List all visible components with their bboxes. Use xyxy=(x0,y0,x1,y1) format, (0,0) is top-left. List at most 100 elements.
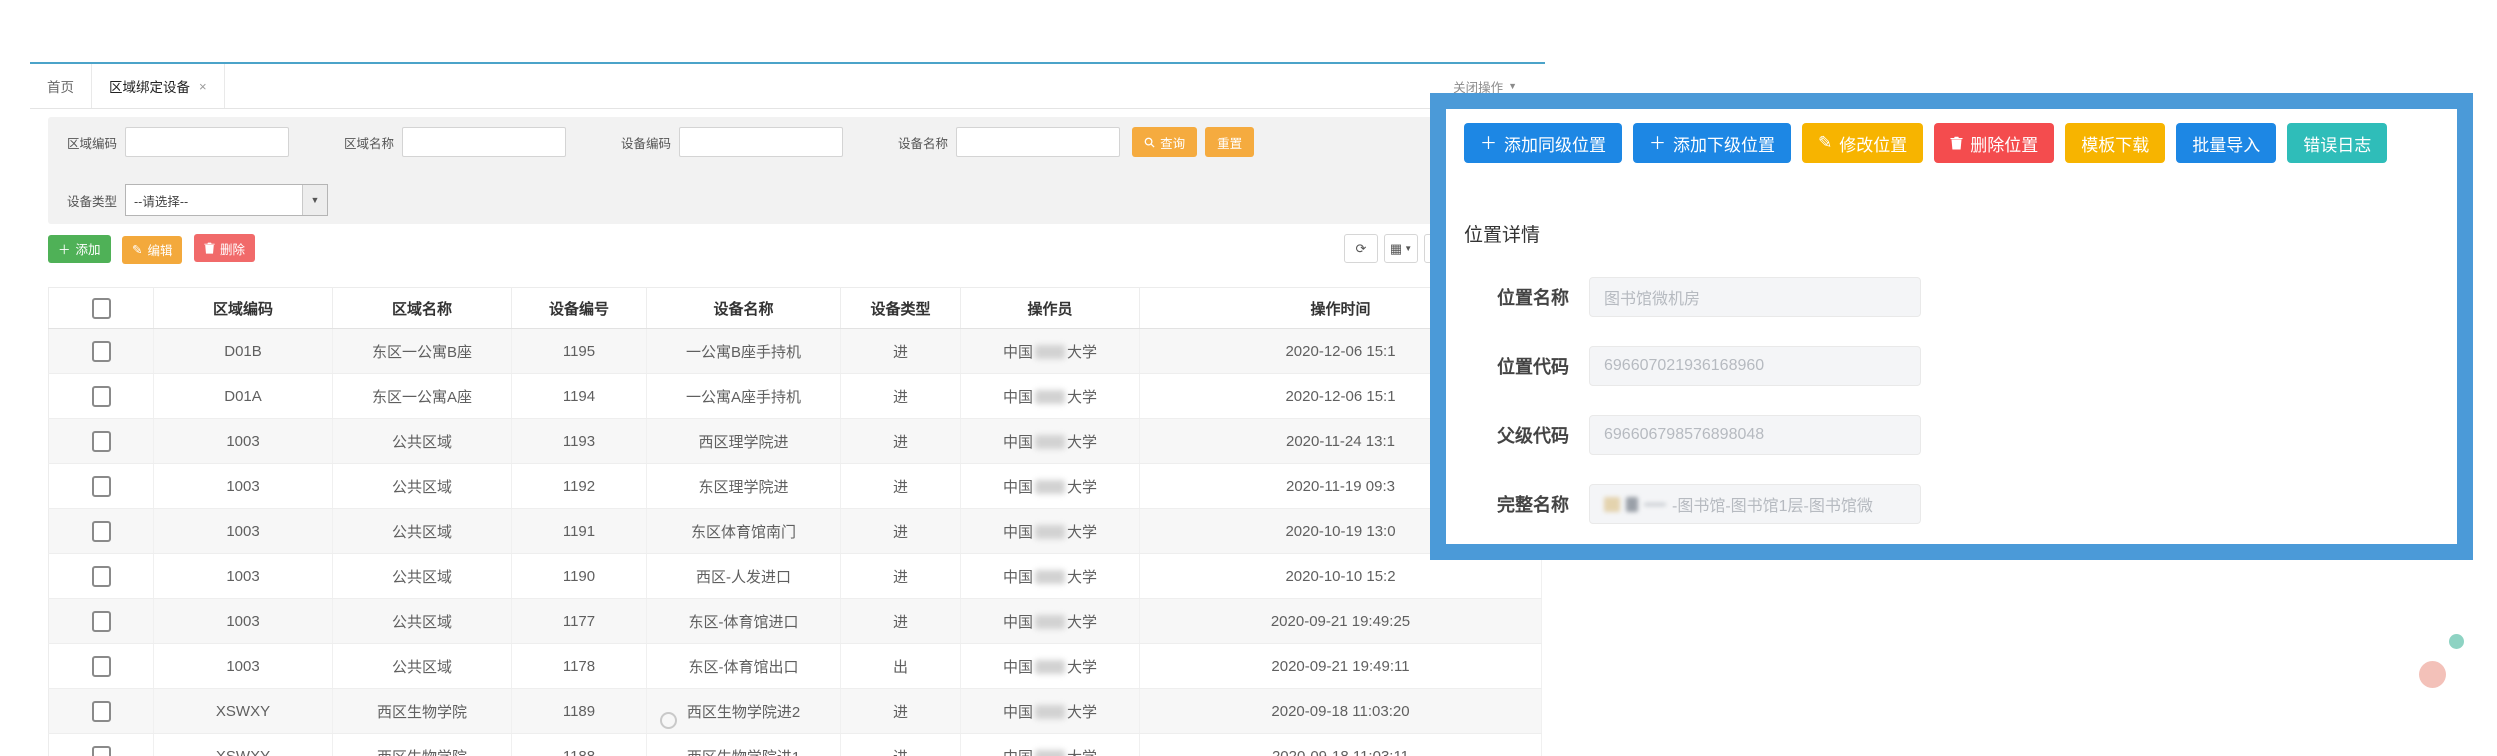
cell-area-code: XSWXY xyxy=(153,688,333,734)
table-row[interactable]: D01B 东区一公寓B座 1195 一公寓B座手持机 进 中国 大学 2020-1… xyxy=(48,328,1542,374)
area-code-label: 区域编码 xyxy=(67,136,118,151)
screen: 首页 区域绑定设备 × 关闭操作 ▼ 区域编码 区域名称 设备编码 设备名称 查… xyxy=(0,0,2497,756)
error-log-button[interactable]: 错误日志 xyxy=(2287,123,2388,163)
position-name-label: 位置名称 xyxy=(1497,288,1569,308)
cell-op-time: 2020-09-21 19:49:25 xyxy=(1139,598,1542,644)
row-checkbox[interactable] xyxy=(91,430,111,452)
close-icon[interactable]: × xyxy=(199,80,207,93)
full-name-input[interactable]: -图书馆-图书馆1层-图书馆微 xyxy=(1589,484,1921,524)
edit-button[interactable]: ✎ 编辑 xyxy=(121,235,183,264)
row-checkbox[interactable] xyxy=(91,565,111,587)
add-button[interactable]: ＋ 添加 xyxy=(48,234,111,263)
area-name-label: 区域名称 xyxy=(344,136,395,151)
position-code-input[interactable]: 696607021936168960 xyxy=(1589,346,1921,386)
row-checkbox[interactable] xyxy=(91,475,111,497)
parent-code-input[interactable]: 696606798576898048 xyxy=(1589,415,1921,455)
cell-checkbox xyxy=(48,688,154,734)
refresh-icon: ⟳ xyxy=(1355,240,1367,256)
reset-button[interactable]: 重置 xyxy=(1205,127,1255,157)
cell-op-time: 2020-09-18 11:03:11 xyxy=(1139,733,1542,756)
position-code-label: 位置代码 xyxy=(1497,357,1569,377)
row-checkbox[interactable] xyxy=(91,340,111,362)
header-device-type: 设备类型 xyxy=(840,287,961,329)
redacted-blur xyxy=(1604,496,1620,512)
table-row[interactable]: 1003 公共区域 1190 西区-人发进口 进 中国 大学 2020-10-10… xyxy=(48,553,1542,599)
row-checkbox[interactable] xyxy=(91,385,111,407)
position-detail-content: ＋ 添加同级位置 ＋ 添加下级位置 ✎ 修改位置 删除位置 模板下载 批量导入 … xyxy=(1446,123,2457,524)
search-button[interactable]: 查询 xyxy=(1132,127,1198,157)
cell-device-no: 1195 xyxy=(511,328,647,374)
cell-area-code: D01A xyxy=(153,373,333,419)
pencil-icon: ✎ xyxy=(1818,133,1833,152)
cell-device-no: 1191 xyxy=(511,508,647,554)
header-area-code: 区域编码 xyxy=(153,287,333,329)
full-name-label: 完整名称 xyxy=(1497,495,1569,515)
delete-position-button[interactable]: 删除位置 xyxy=(1934,123,2055,163)
table-row[interactable]: 1003 公共区域 1193 西区理学院进 进 中国 大学 2020-11-24 … xyxy=(48,418,1542,464)
cell-operator: 中国大学 xyxy=(960,643,1140,689)
device-type-label: 设备类型 xyxy=(67,194,118,209)
table-row[interactable]: 1003 公共区域 1191 东区体育馆南门 进 中国 大学 2020-10-19… xyxy=(48,508,1542,554)
device-name-label: 设备名称 xyxy=(898,136,949,151)
select-all-checkbox[interactable] xyxy=(91,297,111,319)
cell-device-no: 1194 xyxy=(511,373,647,419)
cell-area-name: 公共区域 xyxy=(332,463,512,509)
cell-device-name: 西区生物学院进1 xyxy=(646,733,841,756)
position-button-row: ＋ 添加同级位置 ＋ 添加下级位置 ✎ 修改位置 删除位置 模板下载 批量导入 … xyxy=(1464,123,2439,163)
position-name-input[interactable]: 图书馆微机房 xyxy=(1589,277,1921,317)
table-row[interactable]: XSWXY 西区生物学院 1188 西区生物学院进1 进 中国大学 2020-0… xyxy=(48,733,1542,756)
magnifier-icon xyxy=(1144,137,1155,148)
table-action-row: ＋ 添加 ✎ 编辑 删除 ⟳ ▦▼ ≡▼ xyxy=(48,234,1540,266)
delete-button[interactable]: 删除 xyxy=(193,234,255,262)
cell-area-name: 公共区域 xyxy=(332,598,512,644)
cell-device-type: 进 xyxy=(840,373,961,419)
search-panel: 区域编码 区域名称 设备编码 设备名称 查询 重置 设备类型 --请选择-- ▼ xyxy=(48,117,1540,224)
panel-title: 位置详情 xyxy=(1464,225,1541,246)
area-code-input[interactable] xyxy=(125,127,290,157)
add-button-label: 添加 xyxy=(75,243,101,257)
cell-device-type: 进 xyxy=(840,328,961,374)
cell-checkbox xyxy=(48,553,154,599)
cell-op-time: 2020-10-10 15:2 xyxy=(1139,553,1542,599)
table-row[interactable]: XSWXY 西区生物学院 1189 西区生物学院进2 进 中国 大学 2020-0… xyxy=(48,688,1542,734)
redacted-blur xyxy=(1035,389,1065,404)
table-row[interactable]: 1003 公共区域 1178 东区-体育馆出口 出 中国 大学 2020-09-2… xyxy=(48,643,1542,689)
cell-device-name: 东区-体育馆进口 xyxy=(646,598,841,644)
tab-area-bound-device[interactable]: 区域绑定设备 × xyxy=(91,64,225,108)
cell-operator: 中国大学 xyxy=(960,553,1140,599)
position-detail-panel: ＋ 添加同级位置 ＋ 添加下级位置 ✎ 修改位置 删除位置 模板下载 批量导入 … xyxy=(1430,93,2473,560)
table-row[interactable]: D01A 东区一公寓A座 1194 一公寓A座手持机 进 中国 大学 2020-1… xyxy=(48,373,1542,419)
cell-area-name: 东区一公寓B座 xyxy=(332,328,512,374)
device-name-input[interactable] xyxy=(956,127,1121,157)
redacted-blur xyxy=(1644,502,1666,506)
row-checkbox[interactable] xyxy=(91,745,111,756)
add-sibling-position-button[interactable]: ＋ 添加同级位置 xyxy=(1464,123,1622,163)
field-parent-code: 父级代码 696606798576898048 xyxy=(1497,415,2439,455)
cell-device-no: 1177 xyxy=(511,598,647,644)
search-button-label: 查询 xyxy=(1160,136,1186,151)
template-download-button[interactable]: 模板下载 xyxy=(2065,123,2166,163)
device-code-input[interactable] xyxy=(679,127,844,157)
cell-area-code: 1003 xyxy=(153,508,333,554)
batch-import-button[interactable]: 批量导入 xyxy=(2176,123,2277,163)
row-checkbox[interactable] xyxy=(91,655,111,677)
columns-button[interactable]: ▦ ▼ xyxy=(1384,234,1418,263)
modify-position-button[interactable]: ✎ 修改位置 xyxy=(1802,123,1924,163)
header-device-no: 设备编号 xyxy=(511,287,647,329)
cell-op-time: 2020-09-21 19:49:11 xyxy=(1139,643,1542,689)
add-child-position-button[interactable]: ＋ 添加下级位置 xyxy=(1633,123,1791,163)
cell-device-name: 西区-人发进口 xyxy=(646,553,841,599)
row-checkbox[interactable] xyxy=(91,520,111,542)
cell-device-name: 一公寓B座手持机 xyxy=(646,328,841,374)
area-name-input[interactable] xyxy=(402,127,567,157)
refresh-button[interactable]: ⟳ xyxy=(1344,234,1378,263)
device-type-select[interactable]: --请选择-- ▼ xyxy=(125,184,329,216)
tab-home[interactable]: 首页 xyxy=(30,64,91,108)
table-row[interactable]: 1003 公共区域 1177 东区-体育馆进口 进 中国 大学 2020-09-2… xyxy=(48,598,1542,644)
cell-area-code: 1003 xyxy=(153,553,333,599)
cell-checkbox xyxy=(48,418,154,464)
table-row[interactable]: 1003 公共区域 1192 东区理学院进 进 中国 大学 2020-11-19 … xyxy=(48,463,1542,509)
row-checkbox[interactable] xyxy=(91,610,111,632)
tab-home-label: 首页 xyxy=(47,80,74,95)
row-checkbox[interactable] xyxy=(91,700,111,722)
